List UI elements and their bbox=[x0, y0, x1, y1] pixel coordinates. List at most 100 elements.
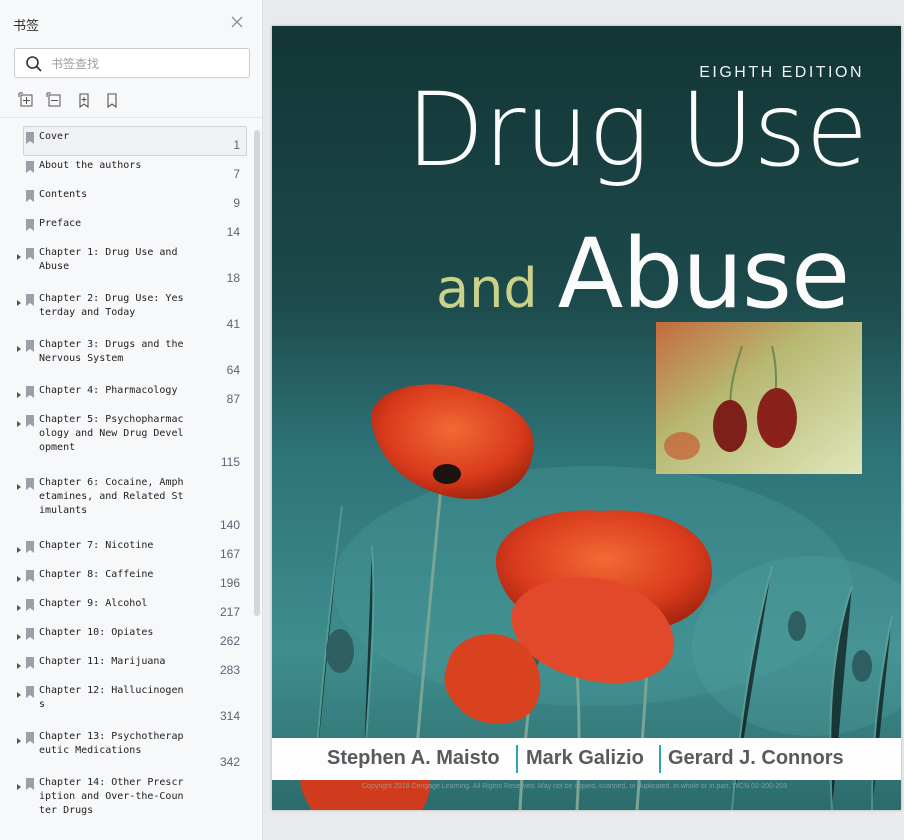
expand-all-icon[interactable] bbox=[18, 92, 36, 110]
bookmark-page-number: 87 bbox=[226, 392, 240, 406]
add-bookmark-icon[interactable] bbox=[75, 92, 93, 110]
bookmark-label: Chapter 11: Marijuana bbox=[39, 656, 166, 667]
collapse-all-icon[interactable] bbox=[46, 92, 64, 110]
cover-title: Drug Use bbox=[406, 71, 868, 190]
expand-arrow-icon[interactable] bbox=[15, 340, 23, 352]
expand-arrow-icon[interactable] bbox=[15, 386, 23, 398]
bookmark-label: Chapter 5: Psychopharmac ology and New D… bbox=[39, 414, 184, 453]
bookmark-page-number: 283 bbox=[219, 663, 240, 677]
bookmark-panel: 书签 Cover1About the bbox=[0, 0, 263, 840]
close-icon[interactable] bbox=[229, 14, 245, 30]
bookmark-item[interactable]: Chapter 10: Opiates 262 bbox=[0, 622, 250, 651]
expand-arrow-icon[interactable] bbox=[15, 686, 23, 698]
bookmark-flag-icon bbox=[25, 569, 35, 582]
inset-photo-frame bbox=[656, 322, 862, 474]
bookmark-item[interactable]: Chapter 2: Drug Use: Yes terday and Toda… bbox=[0, 288, 250, 334]
bookmark-flag-icon bbox=[25, 685, 35, 698]
bookmark-page-number: 262 bbox=[219, 634, 240, 648]
cover-subtitle: and Abuse bbox=[436, 218, 851, 330]
title-abuse: Abuse bbox=[557, 218, 851, 330]
bookmark-flag-icon bbox=[25, 540, 35, 553]
bookmark-item[interactable]: Cover 1 bbox=[0, 126, 250, 156]
bookmark-page-number: 342 bbox=[219, 755, 240, 769]
bookmark-item[interactable]: Chapter 9: Alcohol 217 bbox=[0, 593, 250, 622]
bookmark-item[interactable]: Contents 9 bbox=[0, 184, 250, 213]
bookmark-item[interactable]: Chapter 6: Cocaine, Amph etamines, and R… bbox=[0, 472, 250, 535]
expand-arrow-icon[interactable] bbox=[15, 570, 23, 582]
copyright-notice: Copyright 2018 Cengage Learning. All Rig… bbox=[362, 783, 787, 790]
title-and: and bbox=[436, 257, 538, 320]
bookmark-scrollbar[interactable] bbox=[252, 128, 262, 840]
author-separator bbox=[516, 745, 518, 773]
expand-arrow-icon[interactable] bbox=[15, 294, 23, 306]
bookmark-page-number: 14 bbox=[226, 225, 240, 239]
bookmark-item[interactable]: Chapter 8: Caffeine 196 bbox=[0, 564, 250, 593]
bookmark-item[interactable]: Chapter 5: Psychopharmac ology and New D… bbox=[0, 409, 250, 472]
bookmark-search-input[interactable] bbox=[51, 54, 241, 74]
bookmark-flag-icon bbox=[25, 477, 35, 490]
bookmark-page-number: 64 bbox=[226, 363, 240, 377]
expand-arrow-icon[interactable] bbox=[15, 657, 23, 669]
bookmark-label: Chapter 12: Hallucinogen s bbox=[39, 685, 184, 710]
bookmark-label: Cover bbox=[39, 131, 70, 142]
bookmark-label: Chapter 10: Opiates bbox=[39, 627, 154, 638]
bookmark-flag-icon bbox=[25, 414, 35, 427]
bookmark-item[interactable]: Chapter 1: Drug Use and Abuse 18 bbox=[0, 242, 250, 288]
panel-title: 书签 bbox=[13, 19, 40, 34]
author-bar: Stephen A. Maisto Mark Galizio Gerard J.… bbox=[272, 738, 901, 780]
expand-arrow-icon[interactable] bbox=[15, 628, 23, 640]
bookmark-page-number: 115 bbox=[220, 455, 240, 469]
bookmark-item[interactable]: Chapter 13: Psychotherap eutic Medicatio… bbox=[0, 726, 250, 772]
bookmark-label: Chapter 4: Pharmacology bbox=[39, 385, 178, 396]
author-name: Stephen A. Maisto bbox=[327, 747, 500, 769]
bookmark-flag-icon bbox=[25, 339, 35, 352]
bookmark-item[interactable]: Chapter 7: Nicotine 167 bbox=[0, 535, 250, 564]
expand-arrow-icon[interactable] bbox=[15, 732, 23, 744]
expand-arrow-icon[interactable] bbox=[15, 478, 23, 490]
author-name: Mark Galizio bbox=[526, 747, 644, 769]
bookmark-page-number: 7 bbox=[233, 167, 240, 181]
bookmark-label: Chapter 7: Nicotine bbox=[39, 540, 154, 551]
bookmark-label: Chapter 6: Cocaine, Amph etamines, and R… bbox=[39, 477, 184, 516]
bookmark-label: Chapter 8: Caffeine bbox=[39, 569, 154, 580]
document-viewport[interactable]: EIGHTH EDITION Drug Use and Abuse Stephen… bbox=[264, 0, 904, 840]
bookmark-label: Chapter 9: Alcohol bbox=[39, 598, 148, 609]
bookmark-item[interactable]: Preface 14 bbox=[0, 213, 250, 242]
bookmark-page-number: 167 bbox=[219, 547, 240, 561]
scrollbar-thumb[interactable] bbox=[254, 130, 260, 616]
bookmark-item[interactable]: Chapter 4: Pharmacology 87 bbox=[0, 380, 250, 409]
bookmark-item[interactable]: Chapter 14: Other Prescr iption and Over… bbox=[0, 772, 250, 835]
bookmark-label: Chapter 2: Drug Use: Yes terday and Toda… bbox=[39, 293, 184, 318]
expand-arrow-icon[interactable] bbox=[15, 541, 23, 553]
bookmark-item[interactable]: Chapter 3: Drugs and the Nervous System 6… bbox=[0, 334, 250, 380]
bookmark-page-number: 41 bbox=[226, 317, 240, 331]
bookmark-flag-icon bbox=[25, 247, 35, 260]
expand-arrow-icon[interactable] bbox=[15, 778, 23, 790]
bookmark-page-number: 9 bbox=[233, 196, 240, 210]
expand-arrow-icon[interactable] bbox=[15, 415, 23, 427]
expand-arrow-icon[interactable] bbox=[15, 248, 23, 260]
bookmark-flag-icon bbox=[25, 131, 35, 144]
bookmark-tree: Cover 1 About the authors 7 Contents 9 Preface… bbox=[0, 124, 250, 840]
bookmark-label: Chapter 14: Other Prescr iption and Over… bbox=[39, 777, 184, 816]
bookmark-page-number: 196 bbox=[219, 576, 240, 590]
bookmark-label: Chapter 13: Psychotherap eutic Medicatio… bbox=[39, 731, 184, 756]
bookmark-flag-icon bbox=[25, 160, 35, 173]
bookmark-flag-icon bbox=[25, 777, 35, 790]
bookmark-item[interactable]: About the authors 7 bbox=[0, 155, 250, 184]
bookmark-flag-icon bbox=[25, 656, 35, 669]
bookmark-item[interactable]: Chapter 12: Hallucinogen s 314 bbox=[0, 680, 250, 726]
bookmark-flag-icon bbox=[25, 598, 35, 611]
pdf-page-cover: EIGHTH EDITION Drug Use and Abuse Stephen… bbox=[272, 26, 901, 810]
divider bbox=[0, 117, 262, 118]
bookmark-label: Chapter 3: Drugs and the Nervous System bbox=[39, 339, 184, 364]
bookmark-icon[interactable] bbox=[103, 92, 121, 110]
bookmark-search-box[interactable] bbox=[14, 48, 250, 78]
bookmark-flag-icon bbox=[25, 731, 35, 744]
bookmark-flag-icon bbox=[25, 627, 35, 640]
bookmark-flag-icon bbox=[25, 218, 35, 231]
bookmark-item[interactable]: Chapter 11: Marijuana 283 bbox=[0, 651, 250, 680]
bookmark-page-number: 217 bbox=[219, 605, 240, 619]
search-icon bbox=[25, 55, 43, 73]
expand-arrow-icon[interactable] bbox=[15, 599, 23, 611]
